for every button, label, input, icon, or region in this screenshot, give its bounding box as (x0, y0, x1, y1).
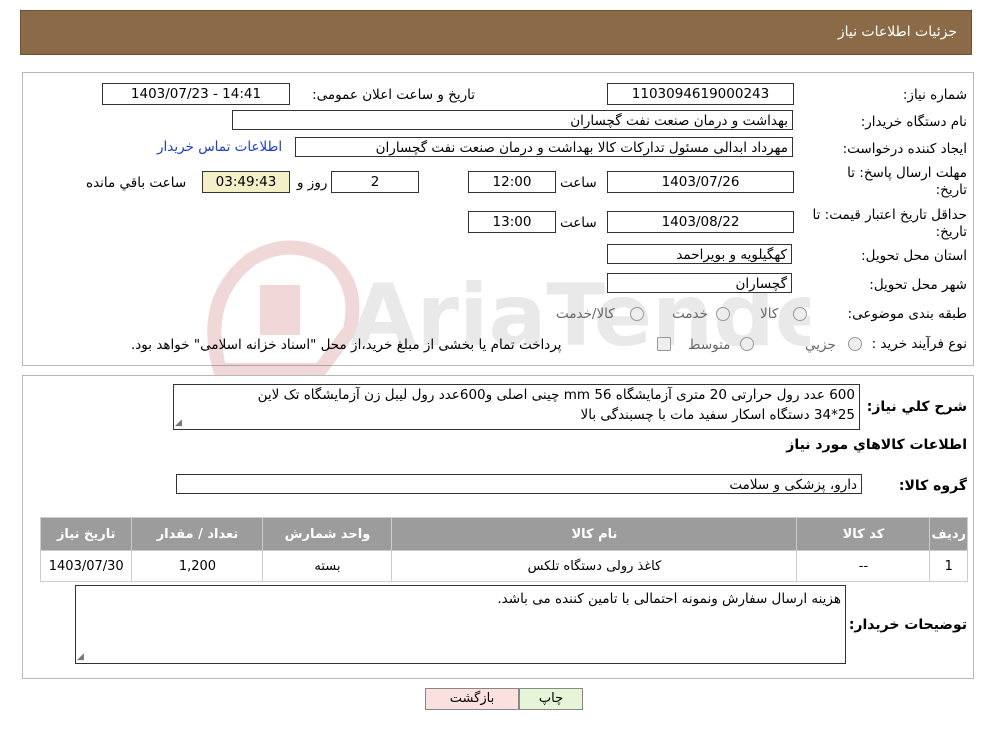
deadline-time-label: ساعت (560, 175, 597, 191)
category-option-service: خدمت (672, 306, 708, 322)
cell-row-number: 1 (929, 550, 968, 582)
deadline-label: مهلت ارسال پاسخ: تا (847, 165, 967, 181)
requester-field: مهرداد ابدالی مسئول تدارکات کالا بهداشت … (295, 137, 793, 157)
process-option-minor: جزیي (805, 337, 836, 353)
table-row: 1 -- کاغذ رولی دستگاه تلکس بسته 1,200 14… (39, 550, 968, 582)
back-button[interactable]: بازگشت (425, 688, 519, 710)
goods-section-title: اطلاعات کالاهاي مورد نیاز (786, 437, 967, 453)
buyer-contact-link[interactable]: اطلاعات تماس خریدار (157, 139, 282, 155)
column-header-unit: واحد شمارش (262, 517, 393, 551)
description-textarea[interactable]: 600 عدد رول حرارتی 20 متری آزمایشگاه 56 … (173, 384, 860, 430)
description-label: شرح کلي نیاز: (866, 399, 967, 415)
buyer-notes-label: توضیحات خریدار: (848, 617, 967, 633)
province-label: استان محل تحویل: (861, 248, 967, 264)
buyer-org-label: نام دستگاه خریدار: (860, 114, 967, 130)
category-radio-service[interactable] (716, 307, 730, 321)
cell-unit: بسته (262, 550, 393, 582)
requester-label: ایجاد کننده درخواست: (842, 141, 967, 157)
remaining-time-field: 03:49:43 (202, 171, 290, 193)
days-label: روز و (297, 175, 328, 191)
goods-group-field: دارو، پزشکی و سلامت (176, 474, 862, 494)
deadline-date-field: 1403/07/26 (607, 171, 794, 193)
cell-code: -- (796, 550, 931, 582)
goods-table: ردیف کد کالا نام کالا واحد شمارش تعداد /… (39, 517, 968, 582)
category-radio-both[interactable] (630, 307, 644, 321)
resize-handle-icon[interactable]: ◢ (77, 652, 84, 662)
column-header-row-number: ردیف (929, 517, 968, 551)
category-label: طبقه بندی موضوعی: (847, 306, 967, 322)
need-number-field: 1103094619000243 (607, 83, 794, 105)
category-radio-goods[interactable] (793, 307, 807, 321)
validity-label-2: تاریخ: (935, 224, 967, 240)
process-note: پرداخت تمام یا بخشی از مبلغ خرید،از محل … (131, 337, 562, 353)
announce-field: 1403/07/23 - 14:41 (102, 83, 290, 105)
column-header-quantity: تعداد / مقدار (131, 517, 264, 551)
province-field: کهگیلویه و بویراحمد (607, 244, 792, 264)
cell-quantity: 1,200 (131, 550, 264, 582)
goods-table-header: ردیف کد کالا نام کالا واحد شمارش تعداد /… (39, 517, 968, 551)
page-title: جزئیات اطلاعات نیاز (837, 24, 957, 40)
description-line-1: 600 عدد رول حرارتی 20 متری آزمایشگاه 56 … (257, 387, 855, 403)
deadline-label-2: تاریخ: (935, 182, 967, 198)
buyer-org-field: بهداشت و درمان صنعت نفت گچساران (232, 110, 793, 130)
print-button[interactable]: چاپ (519, 688, 583, 710)
column-header-need-date: تاریخ نیاز (39, 517, 133, 551)
category-option-both: کالا/خدمت (556, 306, 615, 322)
announce-label: تاریخ و ساعت اعلان عمومی: (312, 87, 475, 103)
process-radio-medium[interactable] (740, 337, 754, 351)
cell-need-date: 1403/07/30 (39, 550, 133, 582)
remaining-label: ساعت باقي مانده (86, 175, 187, 191)
process-radio-minor[interactable] (848, 337, 862, 351)
deadline-time-field: 12:00 (468, 171, 556, 193)
city-field: گچساران (607, 273, 792, 293)
cell-name: کاغذ رولی دستگاه تلکس (391, 550, 798, 582)
goods-group-label: گروه کالا: (898, 478, 967, 494)
need-number-label: شماره نیاز: (902, 87, 967, 103)
validity-time-field: 13:00 (468, 211, 556, 233)
process-label: نوع فرآیند خرید : (871, 336, 967, 352)
buyer-notes-textarea[interactable]: هزینه ارسال سفارش ونمونه احتمالی با تامی… (75, 585, 846, 664)
column-header-code: کد کالا (796, 517, 931, 551)
description-line-2: 25*34 دستگاه اسکار سفید مات با چسبندگی ب… (580, 407, 855, 423)
days-field: 2 (331, 171, 419, 193)
category-option-goods: کالا (760, 306, 779, 322)
treasury-checkbox[interactable] (657, 337, 671, 351)
validity-date-field: 1403/08/22 (607, 211, 794, 233)
column-header-name: نام کالا (391, 517, 798, 551)
validity-time-label: ساعت (560, 215, 597, 231)
validity-label: حداقل تاریخ اعتبار قیمت: تا (812, 207, 967, 223)
city-label: شهر محل تحویل: (869, 277, 967, 293)
page-header: جزئیات اطلاعات نیاز (20, 10, 972, 55)
buyer-notes-text: هزینه ارسال سفارش ونمونه احتمالی با تامی… (497, 591, 841, 607)
process-option-medium: متوسط (688, 337, 731, 353)
resize-handle-icon[interactable]: ◢ (175, 418, 182, 428)
